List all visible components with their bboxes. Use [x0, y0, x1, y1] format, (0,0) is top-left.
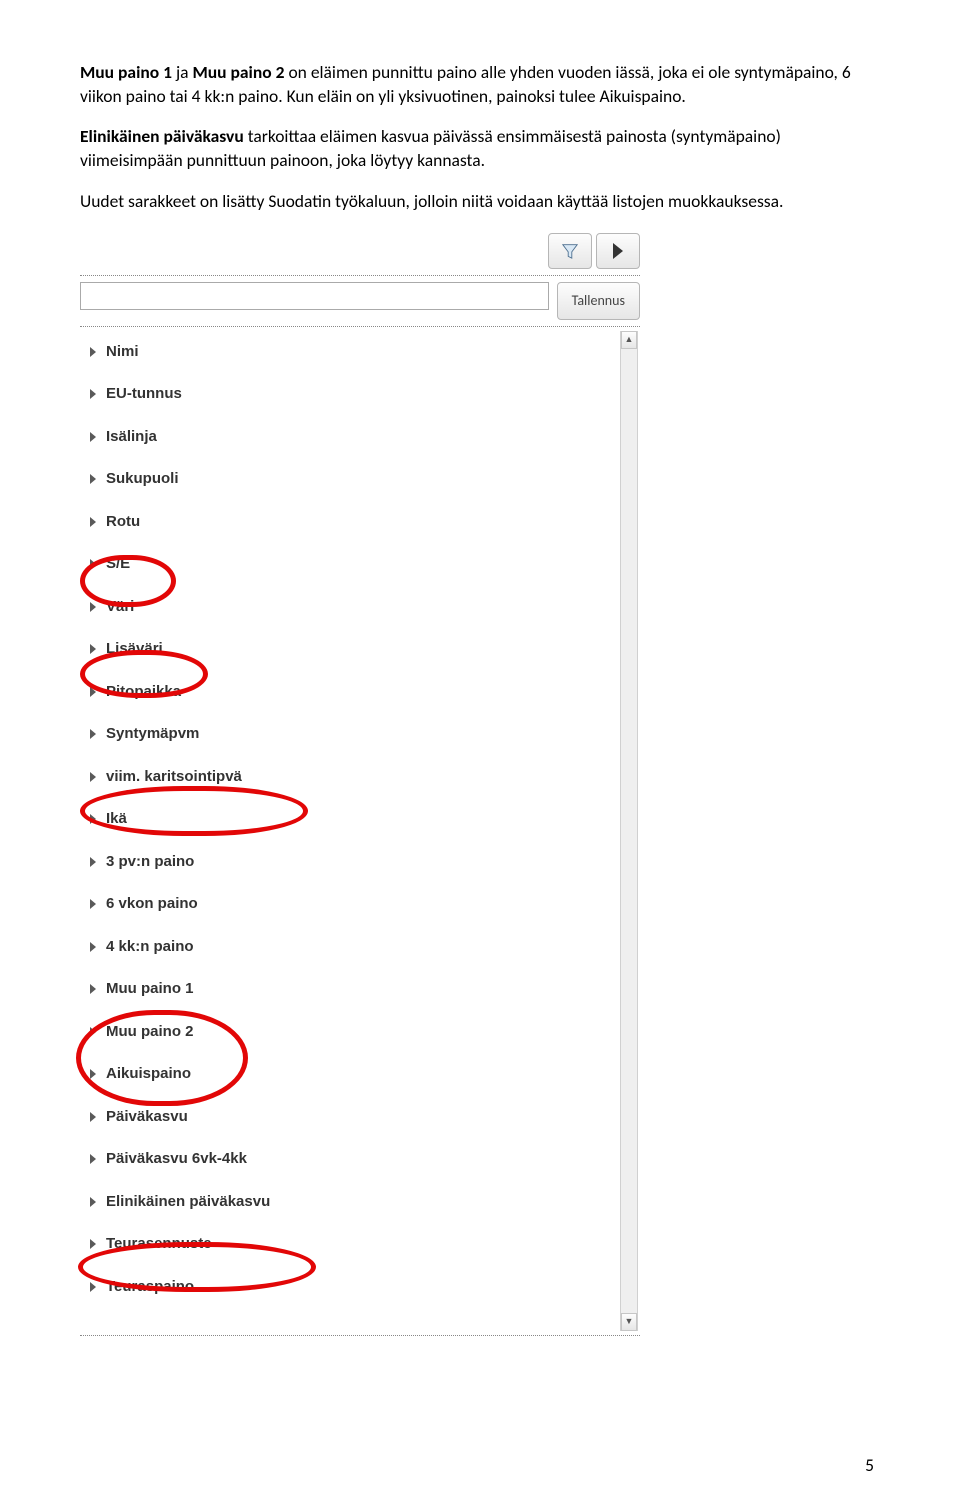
- list-item-label: Väri: [106, 597, 134, 618]
- list-item-label: 4 kk:n paino: [106, 937, 194, 958]
- para1-mid: ja: [172, 61, 192, 83]
- list-item[interactable]: Väri: [84, 586, 618, 629]
- list-item[interactable]: Elinikäinen päiväkasvu: [84, 1181, 618, 1224]
- list-item-label: Aikuispaino: [106, 1064, 191, 1085]
- list-item-label: Teuraspaino: [106, 1277, 194, 1298]
- chevron-right-icon: [90, 474, 96, 484]
- chevron-right-icon: [90, 517, 96, 527]
- chevron-right-icon: [90, 347, 96, 357]
- chevron-right-icon: [90, 1027, 96, 1037]
- chevron-right-icon: [90, 687, 96, 697]
- list-item[interactable]: Päiväkasvu 6vk-4kk: [84, 1138, 618, 1181]
- list-item-label: viim. karitsointipvä: [106, 767, 242, 788]
- list-item-label: Syntymäpvm: [106, 724, 199, 745]
- chevron-right-icon: [90, 899, 96, 909]
- list-item-label: Päiväkasvu: [106, 1107, 188, 1128]
- chevron-right-icon: [90, 389, 96, 399]
- list-item-label: Pitopaikka: [106, 682, 181, 703]
- play-icon: [613, 243, 623, 259]
- list-item[interactable]: 6 vkon paino: [84, 883, 618, 926]
- list-item[interactable]: 4 kk:n paino: [84, 926, 618, 969]
- list-item[interactable]: Lisäväri: [84, 628, 618, 671]
- list-item-label: Elinikäinen päiväkasvu: [106, 1192, 270, 1213]
- play-button[interactable]: [596, 233, 640, 269]
- list-item[interactable]: Rotu: [84, 501, 618, 544]
- list-item[interactable]: Pitopaikka: [84, 671, 618, 714]
- save-button-label: Tallennus: [572, 291, 625, 310]
- filter-button[interactable]: [548, 233, 592, 269]
- list-item-label: Isälinja: [106, 427, 157, 448]
- scrollbar[interactable]: ▲ ▼: [620, 331, 638, 1331]
- list-item[interactable]: Muu paino 2: [84, 1011, 618, 1054]
- paragraph-3: Uudet sarakkeet on lisätty Suodatin työk…: [80, 189, 880, 213]
- list-item[interactable]: Teuraspaino: [84, 1266, 618, 1309]
- list-item-label: Muu paino 2: [106, 1022, 194, 1043]
- chevron-right-icon: [90, 644, 96, 654]
- list-item-label: S/E: [106, 554, 130, 575]
- chevron-right-icon: [90, 857, 96, 867]
- chevron-right-icon: [90, 729, 96, 739]
- list-item[interactable]: Päiväkasvu: [84, 1096, 618, 1139]
- chevron-right-icon: [90, 602, 96, 612]
- toolbar: [80, 229, 640, 275]
- chevron-right-icon: [90, 772, 96, 782]
- chevron-right-icon: [90, 432, 96, 442]
- search-row: Tallennus: [80, 275, 640, 320]
- list-item[interactable]: EU-tunnus: [84, 373, 618, 416]
- chevron-right-icon: [90, 1154, 96, 1164]
- chevron-right-icon: [90, 1239, 96, 1249]
- chevron-right-icon: [90, 559, 96, 569]
- screenshot-embed: Tallennus Nimi EU-tunnus Isälinja Sukupuoli…: [80, 229, 640, 1336]
- list-item[interactable]: viim. karitsointipvä: [84, 756, 618, 799]
- bold-muu-paino-1: Muu paino 1: [80, 61, 172, 83]
- list-item-label: EU-tunnus: [106, 384, 182, 405]
- chevron-right-icon: [90, 1112, 96, 1122]
- save-button[interactable]: Tallennus: [557, 282, 640, 320]
- list-item[interactable]: Nimi: [84, 331, 618, 374]
- list-item[interactable]: Isälinja: [84, 416, 618, 459]
- list-item-label: 3 pv:n paino: [106, 852, 194, 873]
- search-input[interactable]: [80, 282, 549, 310]
- list-item[interactable]: Muu paino 1: [84, 968, 618, 1011]
- list-item[interactable]: Sukupuoli: [84, 458, 618, 501]
- list-item-label: Ikä: [106, 809, 127, 830]
- list-item-label: Nimi: [106, 342, 139, 363]
- list-item-label: 6 vkon paino: [106, 894, 198, 915]
- paragraph-1: Muu paino 1 ja Muu paino 2 on eläimen pu…: [80, 60, 880, 108]
- filter-list: Nimi EU-tunnus Isälinja Sukupuoli Rotu S/E Vär…: [80, 326, 640, 1336]
- chevron-right-icon: [90, 1282, 96, 1292]
- list-item[interactable]: Teurasennuste: [84, 1223, 618, 1266]
- paragraph-2: Elinikäinen päiväkasvu tarkoittaa eläime…: [80, 124, 880, 172]
- list-item-label: Teurasennuste: [106, 1234, 212, 1255]
- bold-muu-paino-2: Muu paino 2: [192, 61, 284, 83]
- chevron-right-icon: [90, 1197, 96, 1207]
- list-item[interactable]: S/E: [84, 543, 618, 586]
- bold-elinikainen: Elinikäinen päiväkasvu: [80, 125, 244, 147]
- list-item[interactable]: Syntymäpvm: [84, 713, 618, 756]
- chevron-right-icon: [90, 984, 96, 994]
- list-item[interactable]: Aikuispaino: [84, 1053, 618, 1096]
- list-item-label: Rotu: [106, 512, 140, 533]
- funnel-icon: [561, 242, 579, 260]
- list-item[interactable]: 3 pv:n paino: [84, 841, 618, 884]
- scroll-up-icon[interactable]: ▲: [621, 331, 637, 349]
- list-item-label: Lisäväri: [106, 639, 163, 660]
- list-item-label: Päiväkasvu 6vk-4kk: [106, 1149, 247, 1170]
- chevron-right-icon: [90, 814, 96, 824]
- scroll-down-icon[interactable]: ▼: [621, 1313, 637, 1331]
- chevron-right-icon: [90, 942, 96, 952]
- chevron-right-icon: [90, 1069, 96, 1079]
- page-number: 5: [865, 1453, 874, 1477]
- list-item-label: Muu paino 1: [106, 979, 194, 1000]
- list-item-label: Sukupuoli: [106, 469, 179, 490]
- list-item[interactable]: Ikä: [84, 798, 618, 841]
